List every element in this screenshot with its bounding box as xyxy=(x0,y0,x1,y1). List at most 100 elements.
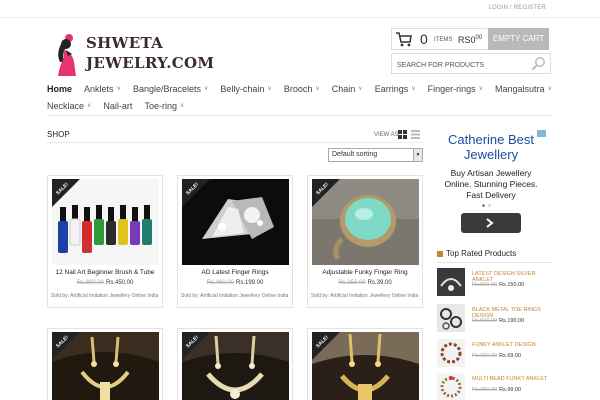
cart-items-label: ITEMS xyxy=(434,37,453,43)
top-rated-item-name[interactable]: MULTI BEAD FUNKY ANKLET xyxy=(472,376,547,382)
cart-currency: RS xyxy=(458,35,471,45)
product-image[interactable]: SALE! xyxy=(182,179,289,265)
product-thumbnail[interactable] xyxy=(437,268,465,296)
top-rated-item-price: Rs.500.00 Rs.190.00 xyxy=(472,318,524,324)
divider xyxy=(47,142,423,143)
sorting-select[interactable]: Default sorting ▼ xyxy=(328,148,423,162)
product-thumbnail[interactable] xyxy=(437,373,465,400)
chevron-down-icon: ∨ xyxy=(315,86,320,92)
logo-girl-icon xyxy=(58,34,76,76)
product-card[interactable]: SALE! xyxy=(307,328,423,400)
product-card[interactable]: SALE! xyxy=(47,328,163,400)
nav-item-chain[interactable]: Chain ∨ xyxy=(332,84,363,94)
top-rated-item[interactable]: BLACK METAL TOE RINGS DESIGN Rs.500.00 Rs… xyxy=(437,304,553,334)
cart-item-count: 0 xyxy=(420,31,428,47)
product-image[interactable]: SALE! xyxy=(312,179,419,265)
top-rated-heading: Top Rated Products xyxy=(446,249,517,258)
nav-label: Necklace xyxy=(47,100,85,111)
sale-price: Rs.99.00 xyxy=(499,387,522,393)
nav-item-necklace[interactable]: Necklace ∨ xyxy=(47,101,91,111)
search-input[interactable] xyxy=(392,56,522,75)
product-card[interactable]: SALE! AD Latest Finger Rings Rs.460.00 Rs… xyxy=(177,175,293,308)
nav-label: Anklets xyxy=(84,83,114,94)
nav-item-bangle-bracelets[interactable]: Bangle/Bracelets ∨ xyxy=(133,84,208,94)
product-thumbnail[interactable] xyxy=(437,339,465,367)
arrow-right-icon xyxy=(486,218,494,228)
cart-icon xyxy=(396,32,412,47)
nav-label: Nail-art xyxy=(103,100,133,111)
site-logo[interactable]: SHWETA JEWELRY.COM xyxy=(50,30,214,78)
product-card[interactable]: SALE! 12 Nail Art Beginner Brush & Tube … xyxy=(47,175,163,308)
carousel-dots-icon: ●○ xyxy=(482,203,495,209)
product-image[interactable]: SALE! xyxy=(312,332,419,400)
chevron-down-icon: ∨ xyxy=(179,103,185,109)
old-price: Rs.800.00 xyxy=(76,280,104,286)
nav-item-brooch[interactable]: Brooch ∨ xyxy=(284,84,320,94)
square-bullet-icon xyxy=(437,251,443,257)
chevron-down-icon: ∨ xyxy=(478,86,484,92)
sale-price: Rs.150.00 xyxy=(499,282,525,288)
sale-price: Rs.450.00 xyxy=(106,280,134,286)
sale-price: Rs.199.00 xyxy=(236,280,264,286)
top-rated-item-price: Rs.500.00 Rs.150.00 xyxy=(472,282,524,288)
product-name[interactable]: Adjustable Funky Finger Ring xyxy=(308,269,422,276)
sorting-selected-value: Default sorting xyxy=(332,151,378,158)
nav-label: Bangle/Bracelets xyxy=(132,83,201,94)
product-search xyxy=(391,53,551,75)
logo-text-line1: SHWETA xyxy=(86,34,164,52)
seller-info: Sold by: Artificial Imitation Jewellery … xyxy=(181,293,289,299)
nav-label: Mangalsutra xyxy=(495,83,545,94)
login-register-link[interactable]: LOGIN / REGISTER xyxy=(488,5,546,11)
product-name[interactable]: 12 Nail Art Beginner Brush & Tube xyxy=(48,269,162,276)
product-card[interactable]: SALE! Adjustable Funky Finger Ring Rs.35… xyxy=(307,175,423,308)
nav-item-earrings[interactable]: Earrings ∨ xyxy=(375,84,416,94)
nav-row-2: Necklace ∨ Nail-art Toe-ring ∨ xyxy=(47,97,553,114)
empty-cart-button[interactable]: EMPTY CART xyxy=(488,28,549,50)
top-rated-item-price: Rs.200.00 Rs.99.00 xyxy=(472,387,521,393)
top-rated-item[interactable]: MULTI BEAD FUNKY ANKLET Rs.200.00 Rs.99.0… xyxy=(437,373,553,400)
nav-item-nail-art[interactable]: Nail-art xyxy=(103,101,132,111)
product-image[interactable]: SALE! xyxy=(52,179,159,265)
view-as-label: VIEW AS: xyxy=(374,132,401,138)
top-rated-item-name[interactable]: FUNKY ANKLET DESIGN xyxy=(472,342,536,348)
old-price: Rs.460.00 xyxy=(206,280,234,286)
product-price: Rs.460.00 Rs.199.00 xyxy=(178,280,292,286)
grid-view-icon[interactable] xyxy=(398,130,407,139)
top-rated-item-price: Rs.200.00 Rs.69.00 xyxy=(472,353,521,359)
search-icon[interactable] xyxy=(531,56,546,71)
nav-label: Belly-chain xyxy=(220,83,265,94)
chevron-down-icon: ∨ xyxy=(267,86,272,92)
nav-item-finger-rings[interactable]: Finger-rings ∨ xyxy=(428,84,483,94)
dropdown-arrow-icon: ▼ xyxy=(413,149,422,161)
nav-label: Home xyxy=(47,83,73,94)
product-name[interactable]: AD Latest Finger Rings xyxy=(178,269,292,276)
product-image[interactable]: SALE! xyxy=(52,332,159,400)
cart-total-cents: 00 xyxy=(475,35,483,41)
product-card[interactable]: SALE! xyxy=(177,328,293,400)
nav-label: Earrings xyxy=(374,83,409,94)
page-title: SHOP xyxy=(47,130,70,139)
mini-cart[interactable]: 0 ITEMS RS000 xyxy=(391,28,487,50)
divider xyxy=(47,115,553,116)
nav-item-anklets[interactable]: Anklets ∨ xyxy=(84,84,121,94)
divider xyxy=(437,262,553,263)
nav-item-belly-chain[interactable]: Belly-chain ∨ xyxy=(220,84,271,94)
nav-item-home[interactable]: Home xyxy=(47,84,72,94)
list-view-icon[interactable] xyxy=(411,130,420,139)
ad-title[interactable]: Catherine Best Jewellery xyxy=(436,132,546,162)
product-thumbnail[interactable] xyxy=(437,304,465,332)
nav-label: Chain xyxy=(331,83,356,94)
nav-item-mangalsutra[interactable]: Mangalsutra ∨ xyxy=(495,84,552,94)
nav-item-toe-ring[interactable]: Toe-ring ∨ xyxy=(144,101,184,111)
chevron-down-icon: ∨ xyxy=(116,86,121,92)
old-price: Rs.200.00 xyxy=(472,353,498,359)
product-image[interactable]: SALE! xyxy=(182,332,289,400)
top-rated-item[interactable]: FUNKY ANKLET DESIGN Rs.200.00 Rs.69.00 xyxy=(437,339,553,369)
chevron-down-icon: ∨ xyxy=(411,86,416,92)
seller-info: Sold by: Artificial Imitation Jewellery … xyxy=(311,293,419,299)
advertisement[interactable]: Catherine Best Jewellery Buy Artisan Jew… xyxy=(436,130,546,238)
nav-label: Brooch xyxy=(283,83,313,94)
ad-open-button[interactable] xyxy=(461,213,521,233)
chevron-down-icon: ∨ xyxy=(358,86,363,92)
top-rated-item[interactable]: LATEST DESIGN SILVER ANKLET Rs.500.00 Rs.… xyxy=(437,268,553,298)
